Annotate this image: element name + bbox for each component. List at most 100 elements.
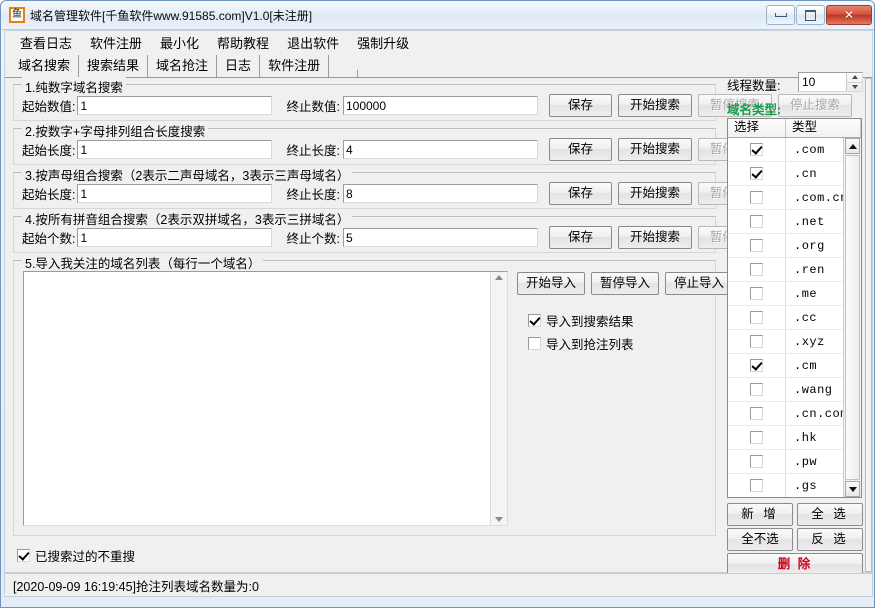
tab-log[interactable]: 日志 xyxy=(217,55,260,77)
import-to-search-results-checkbox[interactable] xyxy=(528,314,541,327)
table-row[interactable]: .hk xyxy=(728,426,843,450)
no-research-checkbox-row[interactable]: 已搜索过的不重搜 xyxy=(17,546,135,565)
domain-type-list[interactable]: 选择 类型 .com.cn.com.cn.net.org.ren.me.cc.x… xyxy=(727,118,862,498)
menu-item-register[interactable]: 软件注册 xyxy=(81,30,151,55)
table-row[interactable]: .pw xyxy=(728,450,843,474)
table-row[interactable]: .cn.com xyxy=(728,402,843,426)
domain-type-checkbox[interactable] xyxy=(750,167,763,180)
select-all-button[interactable]: 全 选 xyxy=(797,503,863,526)
menu-item-minimize[interactable]: 最小化 xyxy=(151,30,208,55)
import-to-grab-list-checkbox-row[interactable]: 导入到抢注列表 xyxy=(528,334,634,353)
section-1-end-input[interactable] xyxy=(343,96,538,115)
section-2-start-search-button[interactable]: 开始搜索 xyxy=(618,138,692,161)
import-to-grab-list-checkbox[interactable] xyxy=(528,337,541,350)
section-3-start-search-button[interactable]: 开始搜索 xyxy=(618,182,692,205)
section-4-start-input[interactable] xyxy=(77,228,272,247)
domain-type-select-cell[interactable] xyxy=(728,402,786,425)
thread-count-spinner[interactable] xyxy=(798,72,863,92)
pause-import-button[interactable]: 暂停导入 xyxy=(591,272,659,295)
domain-type-select-cell[interactable] xyxy=(728,306,786,329)
section-1-start-input[interactable] xyxy=(77,96,272,115)
table-row[interactable]: .net xyxy=(728,210,843,234)
domain-type-checkbox[interactable] xyxy=(750,359,763,372)
section-2-end-input[interactable] xyxy=(343,140,538,159)
table-row[interactable]: .com.cn xyxy=(728,186,843,210)
table-row[interactable]: .cn xyxy=(728,162,843,186)
section-1-stop-search-button[interactable]: 停止搜索 xyxy=(778,94,852,117)
domain-type-select-cell[interactable] xyxy=(728,354,786,377)
add-domain-type-button[interactable]: 新 增 xyxy=(727,503,793,526)
close-button[interactable]: ✕ xyxy=(826,5,872,25)
section-4-save-button[interactable]: 保存 xyxy=(549,226,612,249)
domain-type-checkbox[interactable] xyxy=(750,407,763,420)
list-scroll-down-button[interactable] xyxy=(845,481,860,497)
tab-domain-search[interactable]: 域名搜索 xyxy=(10,55,79,77)
domain-type-select-cell[interactable] xyxy=(728,210,786,233)
domain-type-list-scrollbar[interactable] xyxy=(843,138,861,497)
tab-software-register[interactable]: 软件注册 xyxy=(260,55,329,77)
domain-type-select-cell[interactable] xyxy=(728,186,786,209)
list-scroll-up-button[interactable] xyxy=(845,138,860,154)
section-1-save-button[interactable]: 保存 xyxy=(549,94,612,117)
domain-type-checkbox[interactable] xyxy=(750,191,763,204)
domain-type-checkbox[interactable] xyxy=(750,215,763,228)
domain-type-select-cell[interactable] xyxy=(728,330,786,353)
domain-type-checkbox[interactable] xyxy=(750,263,763,276)
import-domain-textarea[interactable] xyxy=(24,272,490,525)
table-row[interactable]: .xyz xyxy=(728,330,843,354)
domain-type-checkbox[interactable] xyxy=(750,335,763,348)
menu-item-exit[interactable]: 退出软件 xyxy=(278,30,348,55)
menu-item-help[interactable]: 帮助教程 xyxy=(208,30,278,55)
domain-type-select-cell[interactable] xyxy=(728,378,786,401)
import-to-search-results-checkbox-row[interactable]: 导入到搜索结果 xyxy=(528,311,634,330)
section-3-end-input[interactable] xyxy=(343,184,538,203)
thread-count-increment[interactable] xyxy=(847,73,862,83)
deselect-all-button[interactable]: 全不选 xyxy=(727,528,793,551)
domain-type-select-cell[interactable] xyxy=(728,258,786,281)
section-2-save-button[interactable]: 保存 xyxy=(549,138,612,161)
table-row[interactable]: .me xyxy=(728,282,843,306)
start-import-button[interactable]: 开始导入 xyxy=(517,272,585,295)
domain-type-select-cell[interactable] xyxy=(728,426,786,449)
domain-type-select-cell[interactable] xyxy=(728,474,786,497)
table-row[interactable]: .org xyxy=(728,234,843,258)
thread-count-spin-buttons[interactable] xyxy=(846,73,862,91)
table-row[interactable]: .wang xyxy=(728,378,843,402)
table-row[interactable]: .ren xyxy=(728,258,843,282)
domain-type-checkbox[interactable] xyxy=(750,383,763,396)
domain-type-checkbox[interactable] xyxy=(750,143,763,156)
section-2-start-input[interactable] xyxy=(77,140,272,159)
thread-count-decrement[interactable] xyxy=(847,83,862,92)
maximize-button[interactable] xyxy=(796,5,825,25)
menu-item-view-log[interactable]: 查看日志 xyxy=(11,30,81,55)
domain-type-select-cell[interactable] xyxy=(728,282,786,305)
domain-type-checkbox[interactable] xyxy=(750,287,763,300)
domain-type-select-cell[interactable] xyxy=(728,162,786,185)
import-textarea-scrollbar[interactable] xyxy=(490,272,507,525)
tab-search-results[interactable]: 搜索结果 xyxy=(79,55,148,77)
domain-type-select-cell[interactable] xyxy=(728,138,786,161)
domain-type-checkbox[interactable] xyxy=(750,239,763,252)
panel-vertical-scrollbar[interactable] xyxy=(865,78,872,572)
domain-type-select-cell[interactable] xyxy=(728,450,786,473)
scroll-down-icon[interactable] xyxy=(495,517,503,522)
table-row[interactable]: .com xyxy=(728,138,843,162)
section-1-start-search-button[interactable]: 开始搜索 xyxy=(618,94,692,117)
section-4-start-search-button[interactable]: 开始搜索 xyxy=(618,226,692,249)
section-4-end-input[interactable] xyxy=(343,228,538,247)
minimize-button[interactable] xyxy=(766,5,795,25)
invert-selection-button[interactable]: 反 选 xyxy=(797,528,863,551)
no-research-checkbox[interactable] xyxy=(17,549,30,562)
menu-item-force-upgrade[interactable]: 强制升级 xyxy=(348,30,418,55)
table-row[interactable]: .cm xyxy=(728,354,843,378)
table-row[interactable]: .cc xyxy=(728,306,843,330)
scroll-up-icon[interactable] xyxy=(495,275,503,280)
thread-count-input[interactable] xyxy=(799,73,846,91)
domain-type-checkbox[interactable] xyxy=(750,311,763,324)
list-scroll-thumb[interactable] xyxy=(845,155,860,480)
section-3-start-input[interactable] xyxy=(77,184,272,203)
table-row[interactable]: .gs xyxy=(728,474,843,497)
domain-type-checkbox[interactable] xyxy=(750,431,763,444)
domain-type-checkbox[interactable] xyxy=(750,479,763,492)
domain-type-checkbox[interactable] xyxy=(750,455,763,468)
